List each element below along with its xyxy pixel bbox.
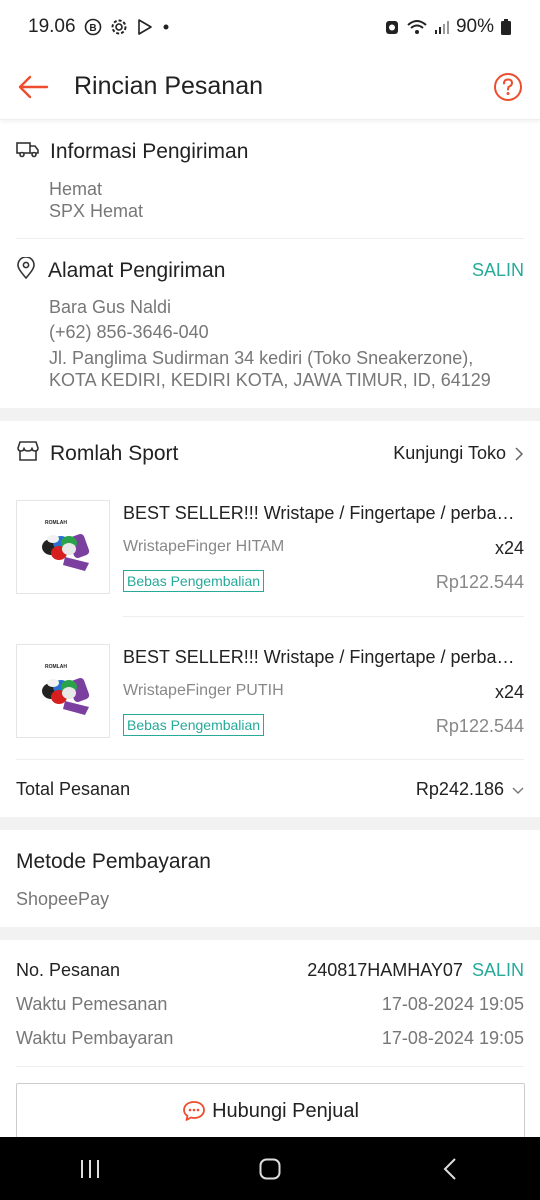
payment-time-value: 17-08-2024 19:05 — [381, 1028, 524, 1048]
status-right: 90% — [384, 16, 512, 38]
payment-time-label: Waktu Pembayaran — [16, 1028, 174, 1048]
order-items-section: Romlah Sport Kunjungi Toko ROMLAH BEST S… — [0, 421, 540, 817]
wifi-icon — [406, 18, 428, 36]
section-divider — [0, 817, 540, 830]
divider-line — [123, 616, 524, 617]
return-badge: Bebas Pengembalian — [123, 570, 265, 592]
order-number-row: No. Pesanan 240817HAMHAY07 SALIN — [16, 960, 524, 981]
battery-percent: 90% — [455, 16, 494, 37]
recipient-name: Bara Gus Naldi — [49, 297, 172, 317]
back-arrow-icon — [18, 75, 49, 98]
help-icon — [494, 72, 522, 101]
back-button[interactable] — [16, 70, 50, 104]
product-variant: WristapeFinger HITAM — [123, 538, 285, 555]
product-item[interactable]: ROMLAH BEST SELLER!!! Wristape / Fingert… — [16, 644, 524, 754]
shop-name: Romlah Sport — [50, 441, 179, 465]
product-variant: WristapeFinger PUTIH — [123, 682, 284, 699]
divider-line — [16, 759, 524, 760]
order-total-value: Rp242.186 — [415, 779, 504, 799]
back-nav-button[interactable] — [420, 1149, 480, 1189]
app-bar: Rincian Pesanan — [0, 54, 540, 120]
product-thumbnail: ROMLAH — [16, 644, 110, 738]
order-time-row: Waktu Pemesanan 17-08-2024 19:05 — [16, 994, 524, 1015]
b-icon: B — [84, 18, 102, 36]
address-line-1: Jl. Panglima Sudirman 34 kediri (Toko Sn… — [49, 348, 474, 368]
location-pin-icon — [16, 256, 36, 284]
chevron-right-icon — [515, 446, 524, 461]
address-line-2: KOTA KEDIRI, KEDIRI KOTA, JAWA TIMUR, ID… — [49, 370, 491, 390]
product-name: BEST SELLER!!! Wristape / Fingertape / p… — [123, 503, 524, 523]
order-number-copy-button[interactable]: SALIN — [472, 960, 524, 980]
section-divider — [0, 927, 540, 940]
shop-icon — [16, 440, 40, 467]
chat-icon — [183, 1101, 206, 1121]
shipping-info-header: Informasi Pengiriman — [16, 139, 524, 164]
recent-apps-icon — [81, 1159, 99, 1178]
product-price: Rp122.544 — [435, 572, 524, 592]
page-title: Rincian Pesanan — [74, 72, 264, 100]
status-bar: 19.06 B 90% — [0, 0, 540, 54]
recipient-phone: (+62) 856-3646-040 — [49, 322, 209, 342]
help-button[interactable] — [492, 71, 524, 103]
order-info-section: No. Pesanan 240817HAMHAY07 SALIN Waktu P… — [0, 940, 540, 1139]
chevron-down-icon — [512, 787, 524, 794]
address-copy-button[interactable]: SALIN — [472, 260, 524, 281]
product-quantity: x24 — [494, 538, 524, 558]
order-total-label: Total Pesanan — [16, 779, 131, 799]
order-time-value: 17-08-2024 19:05 — [381, 994, 524, 1014]
product-name: BEST SELLER!!! Wristape / Fingertape / p… — [123, 647, 524, 667]
system-nav-bar — [0, 1137, 540, 1200]
shop-header: Romlah Sport Kunjungi Toko — [16, 440, 524, 467]
settings-icon — [110, 18, 128, 36]
payment-section: Metode Pembayaran ShopeePay — [0, 830, 540, 927]
status-time: 19.06 — [28, 16, 76, 37]
payment-time-row: Waktu Pembayaran 17-08-2024 19:05 — [16, 1028, 524, 1049]
contact-seller-button[interactable]: Hubungi Penjual — [16, 1083, 525, 1139]
recent-apps-button[interactable] — [60, 1149, 120, 1189]
home-button[interactable] — [240, 1149, 300, 1189]
truck-icon — [16, 139, 40, 164]
svg-text:ROMLAH: ROMLAH — [45, 520, 67, 526]
shipping-courier: SPX Hemat — [49, 201, 144, 221]
order-time-label: Waktu Pemesanan — [16, 994, 168, 1014]
address-header: Alamat Pengiriman SALIN — [16, 256, 524, 284]
product-quantity: x24 — [494, 682, 524, 702]
play-store-icon — [136, 18, 154, 36]
divider-line — [16, 238, 524, 239]
shipping-info-title: Informasi Pengiriman — [50, 139, 249, 163]
back-chevron-icon — [443, 1157, 456, 1180]
visit-shop-button[interactable]: Kunjungi Toko — [393, 443, 524, 464]
product-price: Rp122.544 — [435, 716, 524, 736]
order-number-label: No. Pesanan — [16, 960, 121, 980]
product-thumbnail: ROMLAH — [16, 500, 110, 594]
payment-method: ShopeePay — [16, 889, 110, 909]
shipping-section: Informasi Pengiriman Hemat SPX Hemat Ala… — [0, 121, 540, 408]
return-badge: Bebas Pengembalian — [123, 714, 265, 736]
payment-title: Metode Pembayaran — [16, 850, 211, 873]
shipping-option: Hemat — [49, 179, 103, 199]
alarm-icon — [384, 18, 400, 36]
battery-icon — [500, 18, 512, 36]
svg-text:ROMLAH: ROMLAH — [45, 664, 67, 670]
contact-seller-label: Hubungi Penjual — [212, 1099, 359, 1122]
dot-icon — [162, 23, 170, 31]
status-left: 19.06 B — [28, 16, 170, 38]
home-icon — [259, 1158, 281, 1179]
visit-shop-label: Kunjungi Toko — [393, 443, 506, 463]
svg-text:B: B — [89, 23, 96, 34]
order-number-value: 240817HAMHAY07 — [307, 960, 463, 980]
section-divider — [0, 408, 540, 421]
order-total-row[interactable]: Total Pesanan Rp242.186 — [16, 779, 524, 800]
address-title: Alamat Pengiriman — [48, 258, 226, 282]
divider-line — [16, 1066, 524, 1067]
signal-icon — [434, 18, 450, 36]
product-item[interactable]: ROMLAH BEST SELLER!!! Wristape / Fingert… — [16, 500, 524, 610]
